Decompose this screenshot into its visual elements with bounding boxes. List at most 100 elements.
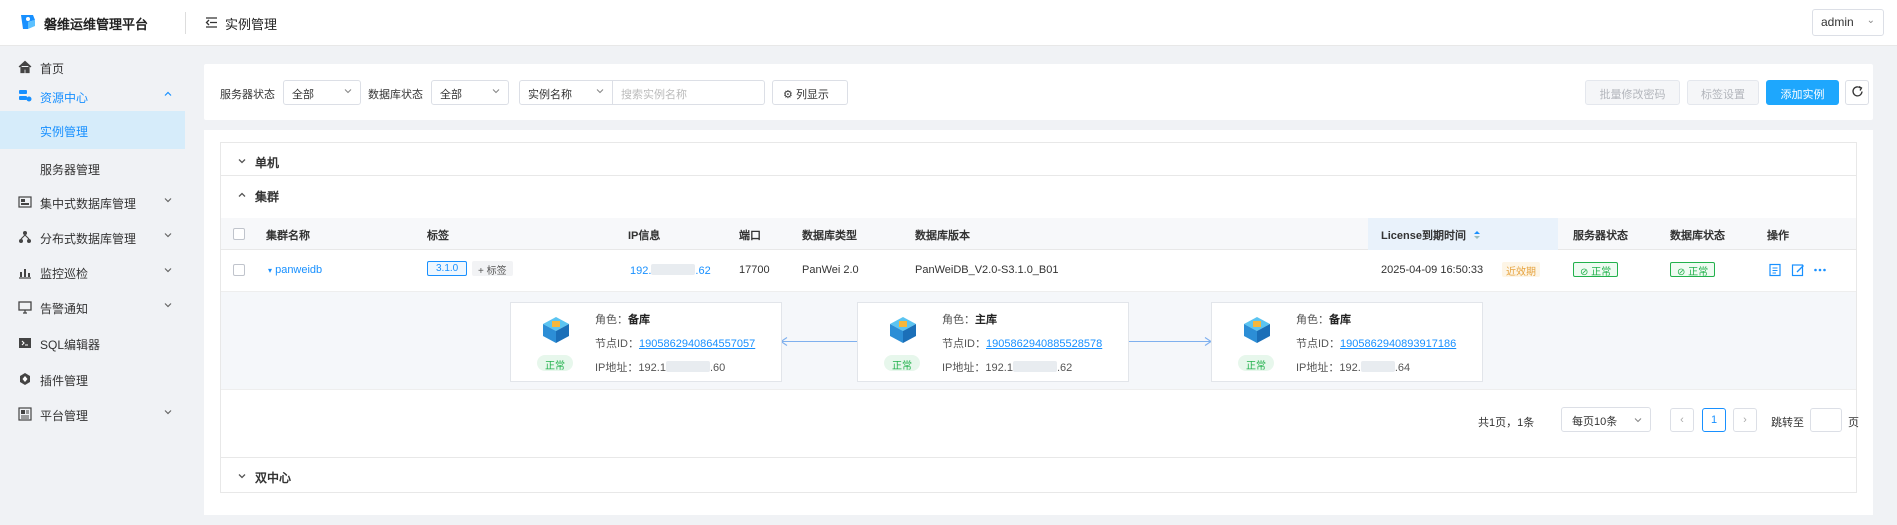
- logo-icon: [21, 15, 35, 29]
- column-display-button[interactable]: ⚙ 列显示: [772, 80, 848, 105]
- node-card-primary[interactable]: 正常 角色：主库 节点ID：1905862940885528578 IP地址：1…: [857, 302, 1129, 382]
- sidebar-item-platform[interactable]: 平台管理: [0, 396, 185, 432]
- col-port: 端口: [739, 230, 761, 242]
- cluster-icon: [19, 231, 31, 243]
- goto-page-input[interactable]: [1810, 408, 1842, 432]
- sidebar-item-distributed-db[interactable]: 分布式数据库管理: [0, 219, 185, 255]
- resource-icon: [19, 90, 32, 102]
- node-status-badge: 正常: [884, 355, 920, 372]
- sidebar-item-resource-center[interactable]: 资源中心: [0, 78, 185, 114]
- node-id: 节点ID：1905862940885528578: [942, 338, 1103, 350]
- row-checkbox[interactable]: [233, 264, 245, 276]
- sort-icon[interactable]: [1473, 230, 1481, 240]
- refresh-icon: [1851, 85, 1863, 97]
- node-card-standby-2[interactable]: 正常 角色：备库 节点ID：1905862940893917186 IP地址：1…: [1211, 302, 1483, 382]
- cluster-name-link[interactable]: ▾ panweidb: [268, 264, 322, 276]
- tag-settings-button[interactable]: 标签设置: [1687, 80, 1759, 105]
- db-type-value: PanWei 2.0: [802, 264, 859, 276]
- expand-caret-icon[interactable]: ▾: [268, 266, 272, 275]
- menu-fold-icon[interactable]: [205, 16, 218, 29]
- col-ip: IP信息: [628, 230, 661, 242]
- pagination: 共1页，1条 每页10条 ‹ 1 › 跳转至 页: [221, 391, 1859, 447]
- version-tag: 3.1.0: [427, 261, 468, 276]
- node-id-link[interactable]: 1905862940893917186: [1340, 338, 1456, 350]
- license-expiry-value: 2025-04-09 16:50:33: [1381, 264, 1484, 276]
- chevron-down-icon: [344, 89, 352, 94]
- refresh-button[interactable]: [1845, 80, 1869, 105]
- ip-info-link[interactable]: 192. .62: [630, 264, 711, 277]
- chevron-down-icon: ⌄: [1866, 15, 1875, 26]
- port-value: 17700: [739, 264, 770, 276]
- node-role: 角色：主库: [942, 314, 997, 326]
- server-status-select[interactable]: 全部: [283, 80, 361, 105]
- chevron-down-icon: [164, 268, 172, 273]
- pagination-summary: 共1页，1条: [1478, 417, 1535, 429]
- page-title: 实例管理: [225, 17, 278, 32]
- sidebar-item-server-management[interactable]: 服务器管理: [0, 149, 185, 187]
- table-row: ▾ panweidb 3.1.0 + 标签 192. .62 17700 PanW…: [221, 250, 1856, 292]
- more-icon[interactable]: [1813, 263, 1827, 277]
- db-status-label: 数据库状态: [368, 89, 423, 101]
- plugin-icon: [20, 373, 30, 385]
- page-number-button[interactable]: 1: [1702, 408, 1726, 432]
- masked-ip: [1360, 361, 1395, 372]
- masked-ip: [651, 264, 696, 275]
- user-menu[interactable]: admin ⌄: [1812, 9, 1884, 36]
- detail-icon[interactable]: [1768, 263, 1782, 277]
- add-instance-button[interactable]: 添加实例: [1766, 80, 1839, 105]
- col-license-expiry[interactable]: License到期时间: [1368, 218, 1558, 250]
- col-server-status: 服务器状态: [1573, 230, 1628, 242]
- search-input[interactable]: 搜索实例名称: [613, 80, 765, 105]
- node-ip: IP地址：192.1.62: [942, 361, 1073, 374]
- node-id-link[interactable]: 1905862940864557057: [639, 338, 755, 350]
- chevron-up-icon: [238, 192, 246, 197]
- col-db-status: 数据库状态: [1670, 230, 1725, 242]
- node-status-badge: 正常: [537, 355, 573, 372]
- add-tag-button[interactable]: + 标签: [472, 261, 513, 277]
- chevron-down-icon: [238, 159, 246, 164]
- node-card-standby-1[interactable]: 正常 角色：备库 节点ID：1905862940864557057 IP地址：1…: [510, 302, 782, 382]
- server-status-badge: ⊘ 正常: [1573, 262, 1619, 278]
- page-unit-label: 页: [1848, 417, 1859, 429]
- chevron-down-icon: [492, 89, 500, 94]
- db-status-badge: ⊘ 正常: [1670, 262, 1716, 278]
- top-bar: 磐维运维管理平台 实例管理 admin ⌄: [0, 0, 1897, 46]
- node-role: 角色：备库: [595, 314, 650, 326]
- group-dual-center[interactable]: 双中心: [220, 457, 1857, 493]
- sidebar-item-centralized-db[interactable]: 集中式数据库管理: [0, 184, 185, 220]
- sidebar-item-instance-management[interactable]: 实例管理: [0, 111, 185, 149]
- col-actions: 操作: [1767, 230, 1789, 242]
- group-single[interactable]: 单机: [220, 142, 1857, 176]
- sidebar-item-alerts[interactable]: 告警通知: [0, 289, 185, 325]
- database-node-icon: [890, 317, 916, 343]
- masked-ip: [1012, 361, 1057, 372]
- node-id: 节点ID：1905862940864557057: [595, 338, 756, 350]
- col-cluster-name: 集群名称: [266, 230, 310, 242]
- node-status-badge: 正常: [1238, 355, 1274, 372]
- db-status-select[interactable]: 全部: [431, 80, 509, 105]
- chevron-down-icon: [164, 198, 172, 203]
- instance-list-card: 单机 集群 集群名称 标签 IP信息 端口 数据库类型 数据库版本 Licens…: [204, 130, 1873, 515]
- batch-change-password-button[interactable]: 批量修改密码: [1585, 80, 1680, 105]
- database-icon: [18, 196, 32, 208]
- replication-arrow-left: [782, 341, 857, 342]
- sidebar: 首页 资源中心 实例管理 服务器管理 集中式数据库管理 分布式数据库管理 监控巡…: [0, 47, 185, 525]
- node-id: 节点ID：1905862940893917186: [1296, 338, 1457, 350]
- col-tags: 标签: [427, 230, 449, 242]
- search-field-select[interactable]: 实例名称: [519, 80, 613, 105]
- sidebar-item-monitoring[interactable]: 监控巡检: [0, 254, 185, 290]
- replication-arrow-right: [1129, 341, 1211, 342]
- check-circle-icon: ⊘: [1580, 267, 1589, 278]
- next-page-button[interactable]: ›: [1733, 408, 1757, 432]
- node-id-link[interactable]: 1905862940885528578: [986, 338, 1102, 350]
- node-ip: IP地址：192.1.60: [595, 361, 726, 374]
- prev-page-button[interactable]: ‹: [1670, 408, 1694, 432]
- database-node-icon: [1244, 317, 1270, 343]
- sidebar-item-plugins[interactable]: 插件管理: [0, 361, 185, 397]
- platform-icon: [18, 407, 32, 421]
- page-size-select[interactable]: 每页10条: [1561, 407, 1651, 432]
- edit-icon[interactable]: [1791, 263, 1805, 277]
- goto-label: 跳转至: [1771, 417, 1804, 429]
- select-all-checkbox[interactable]: [233, 228, 245, 240]
- sidebar-item-sql-editor[interactable]: SQL编辑器: [0, 325, 185, 361]
